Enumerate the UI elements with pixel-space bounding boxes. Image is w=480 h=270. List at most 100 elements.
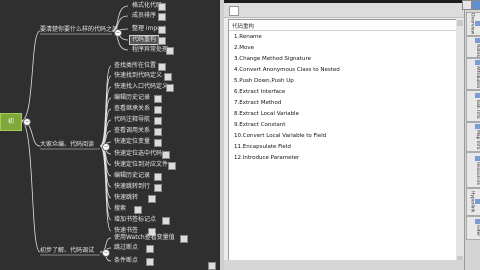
note-icon[interactable] <box>208 262 216 270</box>
scroll-up-icon[interactable] <box>457 20 463 26</box>
note-icon[interactable] <box>158 26 166 34</box>
list-item: 1.Rename <box>234 34 262 40</box>
node-search[interactable]: 搜索 <box>114 205 126 213</box>
tab-hyperlink[interactable]: Hyperlink <box>466 188 480 216</box>
tab-label: Hyperlink <box>469 191 475 213</box>
overview-icon <box>474 21 480 26</box>
list-item: 5.Push Down,Push Up <box>234 78 294 84</box>
tab-map-info[interactable]: Map Info <box>466 122 480 152</box>
note-icon[interactable] <box>154 173 162 181</box>
list-item: 11.Encapsulate Field <box>234 144 291 150</box>
node-locate-variable[interactable]: 快速定位变量 <box>114 138 150 146</box>
list-item: 12.Introduce Parameter <box>234 155 300 161</box>
task-icon <box>474 93 480 99</box>
branch-code-beauty[interactable]: 要清楚你要什么样的代码之美 <box>40 26 118 34</box>
tab-label: Overview <box>469 13 475 35</box>
tab-resources[interactable]: Resources <box>466 152 480 188</box>
attributes-icon <box>474 59 480 65</box>
note-icon[interactable] <box>168 162 176 170</box>
notes-toolbar <box>224 3 464 18</box>
node-locate-file[interactable]: 快速定位到对应文件 <box>114 161 168 169</box>
window-close-icon[interactable] <box>472 0 480 10</box>
note-icon[interactable] <box>154 184 162 192</box>
tab-label: Task Info <box>475 99 480 119</box>
notes-title: 代码重构 <box>232 24 255 30</box>
note-icon[interactable] <box>162 151 170 159</box>
toolbar-checkbox[interactable] <box>229 6 239 16</box>
branch-a-collapse-toggle[interactable]: − <box>114 29 122 37</box>
node-goto-line[interactable]: 快速跳转到行 <box>114 183 150 191</box>
notes-panel: 代码重构 1.Rename 2.Move 3.Change Method Sig… <box>224 3 464 270</box>
note-icon[interactable] <box>158 3 166 11</box>
tab-notes[interactable]: Notes <box>466 36 480 58</box>
list-item: 2.Move <box>234 45 254 51</box>
node-locate-selection[interactable]: 快速定位选中代码 <box>114 150 162 158</box>
mindmap-root-node[interactable]: 初 <box>0 113 22 131</box>
branch-debugging[interactable]: 初步了解、代码调试 <box>40 247 94 255</box>
list-item: 3.Change Method Signature <box>234 56 311 62</box>
branch-c-collapse-toggle[interactable]: − <box>102 249 110 257</box>
note-icon[interactable] <box>154 106 162 114</box>
node-find-class[interactable]: 查找类所在位置 <box>114 62 156 70</box>
note-icon[interactable] <box>162 217 170 225</box>
note-icon[interactable] <box>164 73 172 81</box>
tab-label: Filter <box>475 225 480 237</box>
list-item: 8.Extract Local Variable <box>234 111 299 117</box>
tab-label: Map Info <box>475 130 480 150</box>
window-restore-icon[interactable] <box>462 0 472 10</box>
title-divider <box>229 30 457 31</box>
note-icon[interactable] <box>166 47 174 55</box>
node-find-definition[interactable]: 快速找到代码定义 <box>114 72 162 80</box>
note-icon[interactable] <box>166 84 174 92</box>
vertical-scrollbar[interactable] <box>456 19 464 263</box>
node-conditional-breakpoint[interactable]: 条件断点 <box>114 257 138 265</box>
node-skip-breakpoint[interactable]: 跳过断点 <box>114 244 138 252</box>
note-icon[interactable] <box>180 235 188 243</box>
tab-attributes[interactable]: Attributes <box>466 58 480 90</box>
node-exception-handling[interactable]: 程序异常处理 <box>132 46 168 54</box>
branch-b-collapse-toggle[interactable]: − <box>102 143 110 151</box>
list-item: 4.Convert Anonymous Class to Nested <box>234 67 340 73</box>
tab-task-info[interactable]: Task Info <box>466 90 480 122</box>
note-icon[interactable] <box>158 63 166 71</box>
mindmap-canvas[interactable]: 初 − 要清楚你要什么样的代码之美 − 格式化代码 成员排序 整理 import… <box>0 0 220 270</box>
link-icon <box>474 199 480 204</box>
notes-editor[interactable]: 代码重构 1.Rename 2.Move 3.Change Method Sig… <box>228 19 458 265</box>
note-icon[interactable] <box>146 258 154 266</box>
note-icon[interactable] <box>154 128 162 136</box>
root-collapse-toggle[interactable]: − <box>23 118 31 126</box>
filter-icon <box>474 219 480 225</box>
resources-icon <box>474 155 480 161</box>
note-icon[interactable] <box>148 195 156 203</box>
side-panel-tabs: Overview Notes Attributes Task Info Map … <box>464 0 480 270</box>
list-item: 6.Extract Interface <box>234 89 286 95</box>
node-call-hierarchy[interactable]: 查看调用关系 <box>114 127 150 135</box>
tab-label: Attributes <box>475 65 480 89</box>
note-icon[interactable] <box>158 37 166 45</box>
node-quick-jump[interactable]: 快速跳转 <box>114 194 138 202</box>
node-edit-history[interactable]: 编辑历史记录 <box>114 94 150 102</box>
note-icon[interactable] <box>158 13 166 21</box>
list-item: 10.Convert Local Variable to Field <box>234 133 327 139</box>
node-edit-history-2[interactable]: 编辑历史记录 <box>114 172 150 180</box>
node-watch-variable[interactable]: 使用Watch查看变量值 <box>114 234 175 242</box>
status-bar <box>224 260 464 270</box>
note-icon[interactable] <box>134 206 142 214</box>
node-code-refactor-selected[interactable]: 代码重构 <box>128 35 160 45</box>
node-find-entry[interactable]: 快速找入口代码定义 <box>114 83 168 91</box>
mindmap-connectors <box>20 5 129 262</box>
note-icon[interactable] <box>146 245 154 253</box>
tab-filter[interactable]: Filter <box>466 216 480 240</box>
tab-overview[interactable]: Overview <box>466 12 480 36</box>
map-icon <box>474 124 480 130</box>
node-member-sort[interactable]: 成员排序 <box>132 12 156 20</box>
note-icon[interactable] <box>154 139 162 147</box>
branch-code-reading[interactable]: 大家众编、代码阅读 <box>40 141 94 149</box>
list-item: 7.Extract Method <box>234 100 282 106</box>
note-icon[interactable] <box>154 95 162 103</box>
note-icon[interactable] <box>154 117 162 125</box>
node-inheritance[interactable]: 查看继承关系 <box>114 105 150 113</box>
node-comment-nav[interactable]: 代码注释导航 <box>114 116 150 124</box>
node-add-bookmark[interactable]: 增加书签标记点 <box>114 216 156 224</box>
tab-label: Notes <box>475 43 480 57</box>
